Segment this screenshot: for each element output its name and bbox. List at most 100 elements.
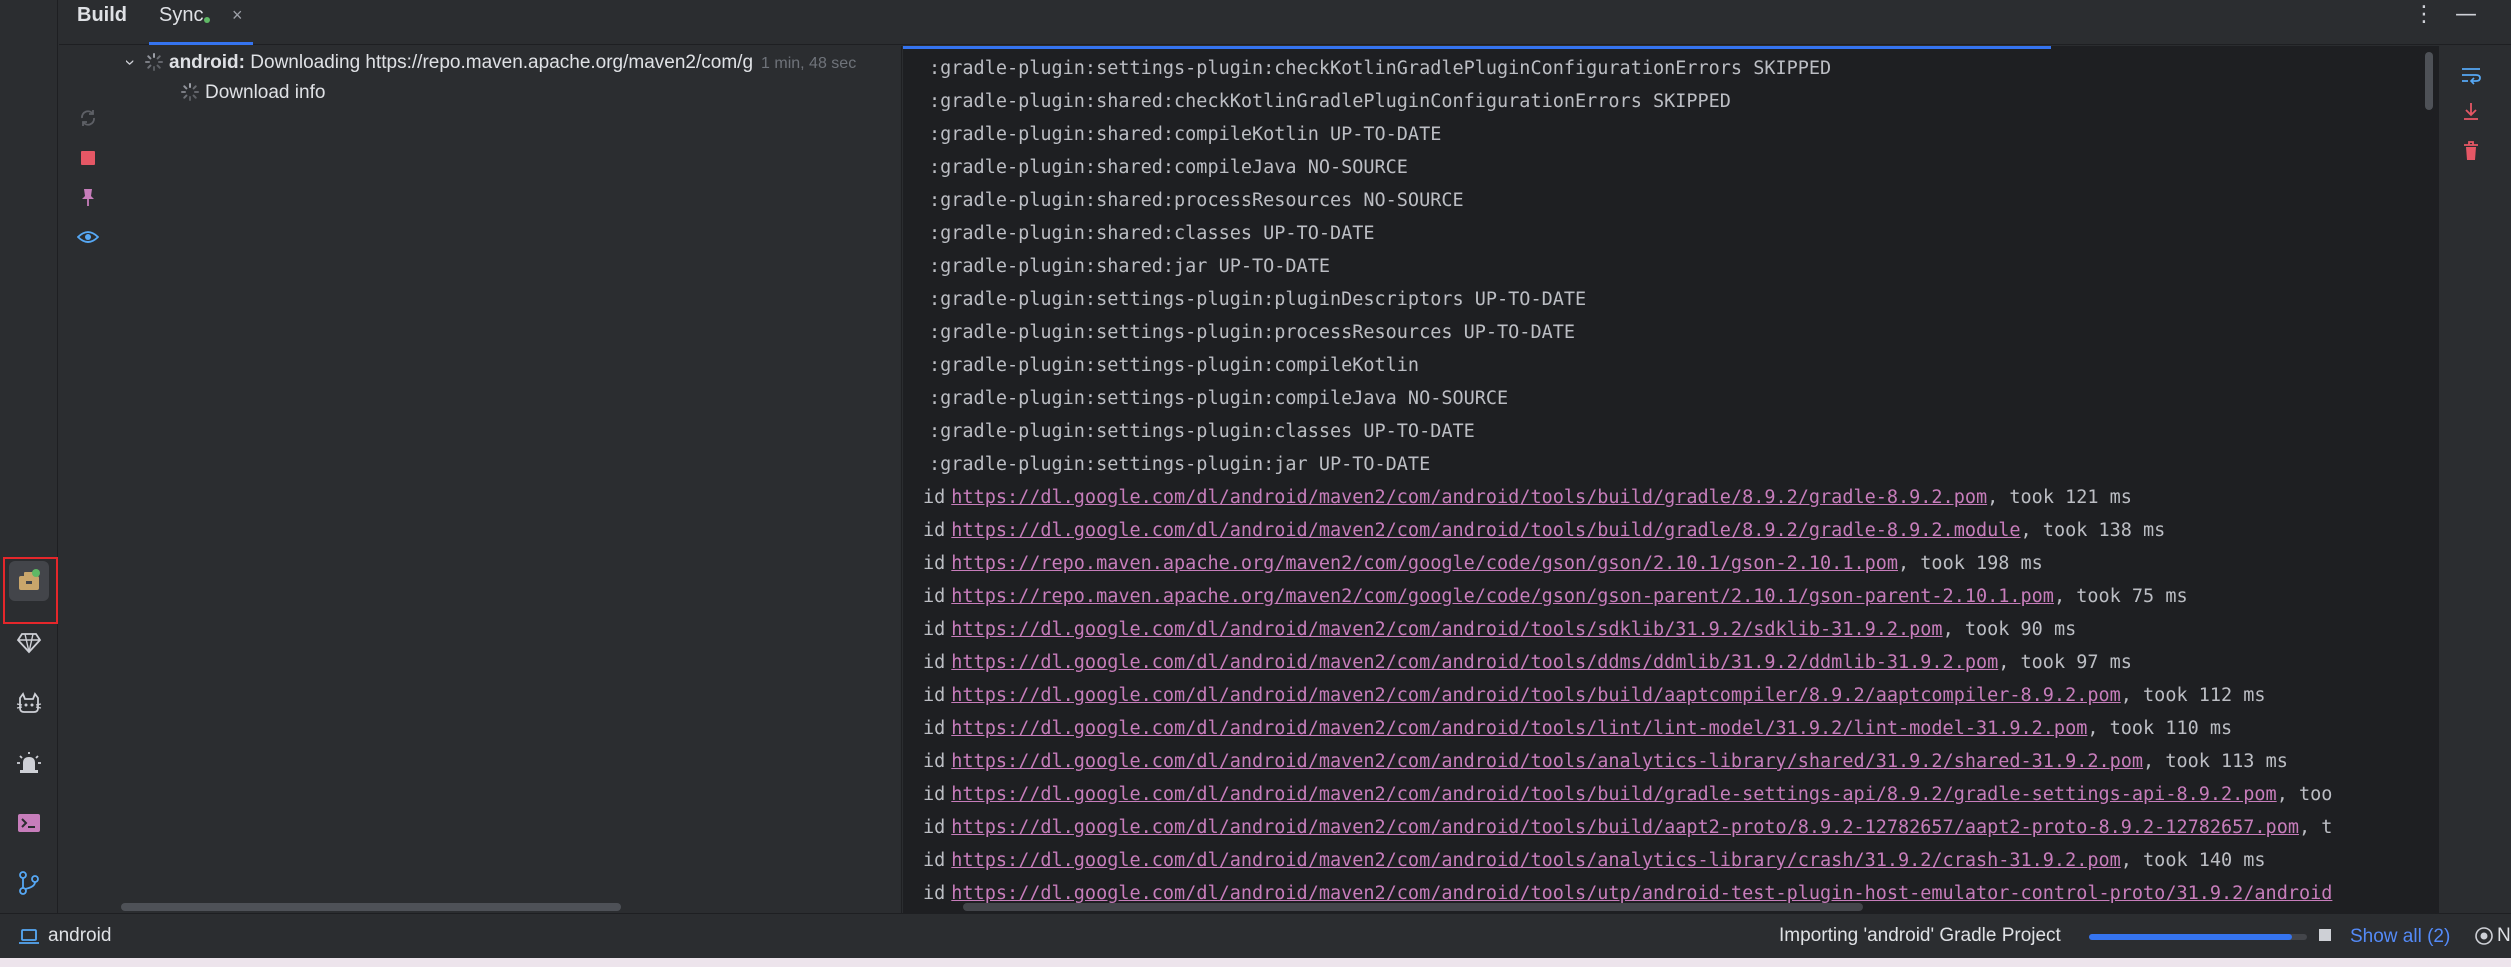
download-url-link[interactable]: https://dl.google.com/dl/android/maven2/… (951, 652, 1998, 673)
download-url-link[interactable]: https://dl.google.com/dl/android/maven2/… (951, 784, 2276, 805)
tree-horizontal-scrollbar[interactable] (117, 901, 901, 913)
console-task-line: :gradle-plugin:settings-plugin:jar UP-TO… (929, 454, 1431, 475)
console-download-line: id https://dl.google.com/dl/android/maven… (903, 844, 2439, 877)
download-url-link[interactable]: https://dl.google.com/dl/android/maven2/… (951, 850, 2120, 871)
line-prefix: id (923, 850, 946, 871)
download-url-link[interactable]: https://repo.maven.apache.org/maven2/com… (951, 586, 2054, 607)
stop-button[interactable] (77, 147, 99, 169)
console-toolbar (2440, 46, 2511, 913)
console-task-line: :gradle-plugin:shared:processResources N… (929, 190, 1464, 211)
project-name[interactable]: android (48, 925, 111, 947)
console-download-line: id https://dl.google.com/dl/android/maven… (903, 778, 2439, 811)
download-url-link[interactable]: https://dl.google.com/dl/android/maven2/… (951, 883, 2332, 904)
console-task-line: :gradle-plugin:settings-plugin:checkKotl… (929, 58, 1832, 79)
console-task-line: :gradle-plugin:shared:compileKotlin UP-T… (929, 124, 1442, 145)
console-task-line: :gradle-plugin:settings-plugin:compileJa… (929, 388, 1509, 409)
download-url-link[interactable]: https://dl.google.com/dl/android/maven2/… (951, 817, 2299, 838)
download-url-link[interactable]: https://dl.google.com/dl/android/maven2/… (951, 520, 2020, 541)
console-horizontal-scrollbar[interactable] (963, 903, 1863, 911)
console-download-line: id https://dl.google.com/dl/android/maven… (903, 712, 2439, 745)
gem-tool-button[interactable] (9, 622, 49, 662)
spinner-icon (181, 83, 199, 101)
download-duration: , took 140 ms (2120, 850, 2266, 871)
view-button[interactable] (77, 226, 99, 248)
console-download-line: id https://dl.google.com/dl/android/maven… (903, 745, 2439, 778)
minimize-button[interactable]: — (2455, 2, 2477, 27)
terminal-tool-button[interactable] (9, 803, 49, 843)
tab-sync-label: Sync (159, 4, 204, 26)
line-prefix: id (923, 553, 946, 574)
download-duration: , took 121 ms (1987, 487, 2132, 508)
tab-close-button[interactable]: × (232, 5, 243, 25)
line-prefix: id (923, 883, 946, 904)
console-task-line: :gradle-plugin:shared:compileJava NO-SOU… (929, 157, 1408, 178)
resync-button[interactable] (77, 107, 99, 129)
tree-node-name: android: (169, 52, 245, 73)
download-duration: , took 75 ms (2053, 586, 2188, 607)
terminal-icon (18, 814, 40, 832)
console-vertical-scrollbar[interactable] (2425, 52, 2433, 110)
cancel-task-button[interactable] (2319, 929, 2331, 941)
record-icon[interactable] (2473, 925, 2495, 947)
build-window-header: Build Sync × ⋮ — (59, 0, 2511, 45)
show-all-tasks-link[interactable]: Show all (2) (2350, 926, 2450, 948)
git-branch-icon (19, 871, 39, 895)
download-url-link[interactable]: https://dl.google.com/dl/android/maven2/… (951, 487, 1987, 508)
logcat-tool-button[interactable] (9, 683, 49, 723)
build-tool-button[interactable] (9, 561, 49, 601)
tree-node-message: Downloading https://repo.maven.apache.or… (250, 52, 754, 73)
eye-icon (77, 231, 99, 243)
line-prefix: id (923, 751, 946, 772)
left-tool-stripe (0, 0, 58, 913)
console-download-line: id https://dl.google.com/dl/android/maven… (903, 613, 2439, 646)
download-duration: , took 110 ms (2087, 718, 2233, 739)
line-prefix: id (923, 685, 946, 706)
download-url-link[interactable]: https://dl.google.com/dl/android/maven2/… (951, 751, 2143, 772)
build-tree-toolbar (59, 46, 116, 913)
bottom-edge-strip (0, 958, 2511, 967)
status-bar: android Importing 'android' Gradle Proje… (0, 913, 2511, 958)
line-prefix: id (923, 652, 946, 673)
line-prefix: id (923, 619, 946, 640)
tree-node-download-info[interactable]: Download info (181, 82, 325, 104)
line-prefix: id (923, 784, 946, 805)
build-tree: › android: Downloading https://repo.mave… (117, 46, 902, 913)
download-duration: , took 198 ms (1898, 553, 2043, 574)
spinner-icon (145, 53, 163, 71)
tab-sync[interactable]: Sync × (149, 0, 253, 45)
background-task-progress (2089, 934, 2307, 940)
chevron-down-icon[interactable]: › (120, 60, 141, 66)
line-prefix: id (923, 487, 946, 508)
console-download-line: id https://repo.maven.apache.org/maven2/c… (903, 547, 2439, 580)
download-duration: , took 97 ms (1998, 652, 2132, 673)
download-duration: , took 138 ms (2020, 520, 2166, 541)
download-url-link[interactable]: https://dl.google.com/dl/android/maven2/… (951, 685, 2120, 706)
tab-build-title[interactable]: Build (77, 4, 127, 27)
background-task-label[interactable]: Importing 'android' Gradle Project (1779, 925, 2061, 947)
build-console[interactable]: :gradle-plugin:settings-plugin:checkKotl… (903, 46, 2439, 913)
console-download-line: id https://dl.google.com/dl/android/maven… (903, 811, 2439, 844)
cat-icon (16, 692, 42, 713)
download-url-link[interactable]: https://dl.google.com/dl/android/maven2/… (951, 718, 2087, 739)
soft-wrap-button[interactable] (2458, 62, 2484, 88)
console-download-line: id https://dl.google.com/dl/android/maven… (903, 679, 2439, 712)
scroll-to-end-button[interactable] (2458, 99, 2484, 125)
status-bar-truncated-text: N (2497, 925, 2511, 946)
version-control-tool-button[interactable] (9, 863, 49, 903)
download-url-link[interactable]: https://repo.maven.apache.org/maven2/com… (951, 553, 1898, 574)
alarm-icon (17, 752, 41, 773)
line-prefix: id (923, 520, 946, 541)
download-url-link[interactable]: https://dl.google.com/dl/android/maven2/… (951, 619, 1942, 640)
scrollbar-thumb[interactable] (121, 903, 621, 911)
app-quality-tool-button[interactable] (9, 743, 49, 783)
laptop-icon (19, 929, 39, 944)
stop-icon (81, 151, 95, 165)
console-task-line: :gradle-plugin:settings-plugin:classes U… (929, 421, 1475, 442)
more-options-button[interactable]: ⋮ (2413, 2, 2435, 27)
clear-all-button[interactable] (2458, 138, 2484, 164)
tree-node-label: Download info (205, 82, 326, 103)
tree-node-android[interactable]: › android: Downloading https://repo.mave… (121, 52, 857, 74)
console-task-line: :gradle-plugin:shared:classes UP-TO-DATE (929, 223, 1375, 244)
scroll-to-end-icon (2464, 103, 2478, 120)
pin-button[interactable] (77, 186, 99, 208)
